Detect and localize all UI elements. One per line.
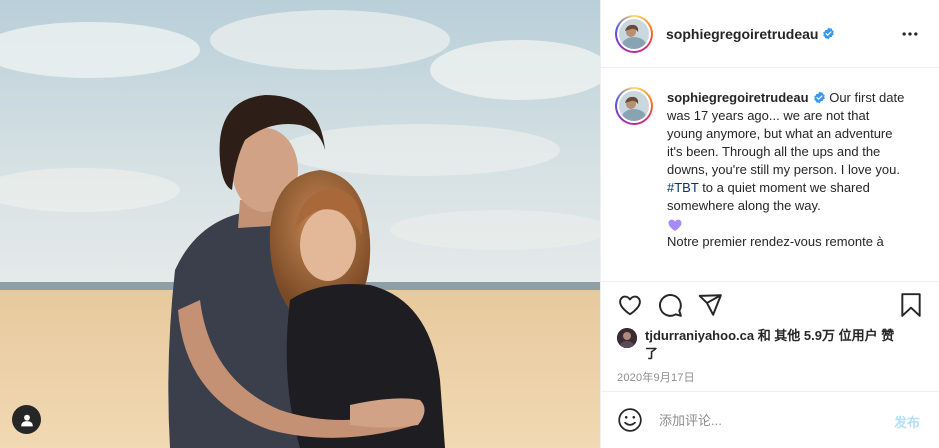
post-date[interactable]: 2020年9月17日 [617,369,695,385]
likes-summary[interactable]: tjdurraniyahoo.ca 和 其他 5.9万 位用户 赞了 [617,327,905,363]
photo-illustration [0,0,600,448]
action-icon-row [617,282,924,328]
hashtag-link[interactable]: #TBT [667,180,699,195]
emoji-icon[interactable] [617,407,643,433]
caption-username[interactable]: sophiegregoiretrudeau [667,90,809,105]
add-comment-bar: 发布 [601,391,939,448]
caption-scroll-area[interactable]: sophiegregoiretrudeau Our first date was… [601,69,939,281]
post-comment-button[interactable]: 发布 [894,412,920,431]
author-avatar[interactable] [615,14,653,53]
heart-icon[interactable] [617,292,643,318]
post-photo[interactable] [0,0,600,448]
purple-heart-icon [668,219,682,231]
post-side-panel: sophiegregoiretrudeau sophiegregoiretrud… [600,0,939,448]
likes-text[interactable]: tjdurraniyahoo.ca 和 其他 5.9万 位用户 赞了 [645,327,905,363]
comment-icon[interactable] [657,292,683,318]
caption-comment: sophiegregoiretrudeau Our first date was… [615,87,926,251]
comment-input[interactable] [659,412,869,428]
share-icon[interactable] [697,292,723,318]
verified-icon [813,91,825,104]
caption-text: sophiegregoiretrudeau Our first date was… [667,89,907,251]
bookmark-icon[interactable] [898,292,924,318]
avatar-image [619,18,649,49]
user-tag-button[interactable] [12,405,41,434]
verified-icon [823,27,835,40]
liker-avatar[interactable] [617,328,637,348]
post-actions: tjdurraniyahoo.ca 和 其他 5.9万 位用户 赞了 2020年… [601,281,939,391]
liker-avatar-image [617,328,637,348]
caption-second-paragraph: Notre premier rendez-vous remonte à [667,234,884,249]
user-tag-icon [20,414,33,426]
more-options-icon[interactable] [900,24,920,44]
caption-avatar[interactable] [615,87,653,125]
avatar-image [619,91,649,121]
post-header: sophiegregoiretrudeau [601,0,939,68]
author-username[interactable]: sophiegregoiretrudeau [666,26,818,42]
